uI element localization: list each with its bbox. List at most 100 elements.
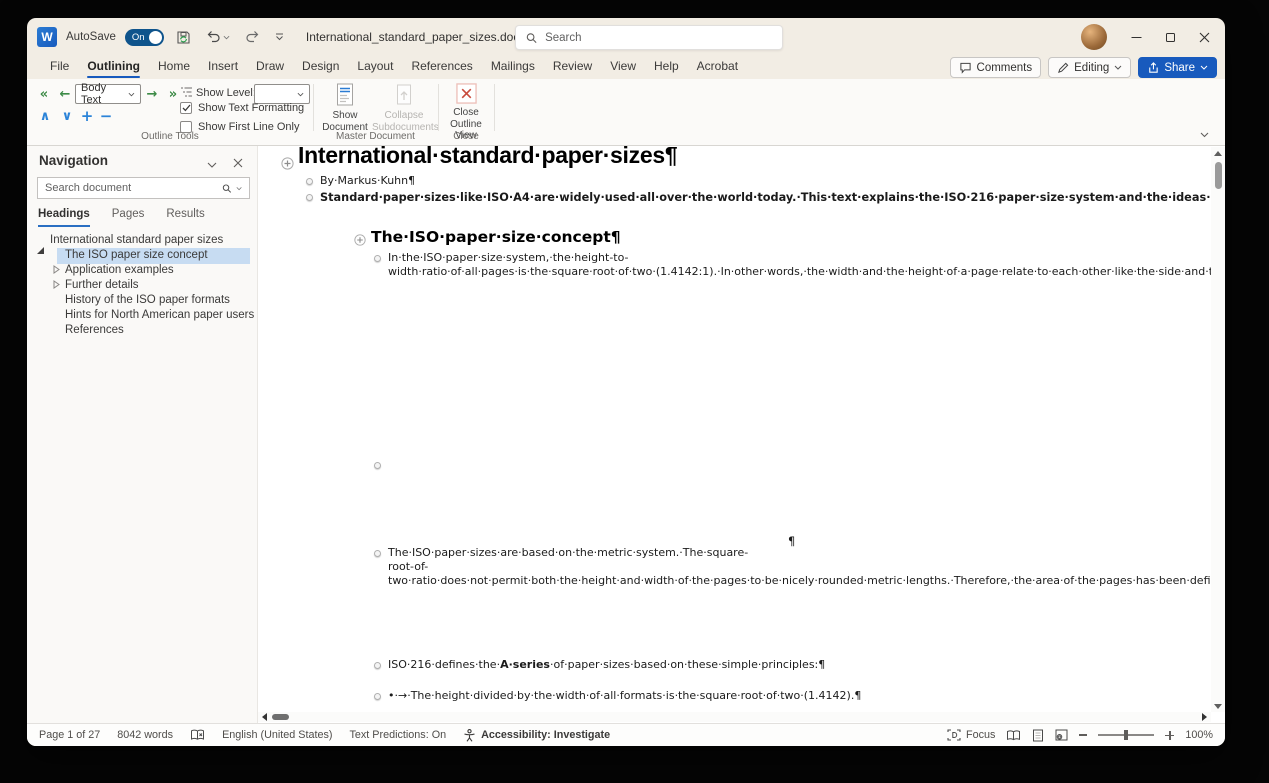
tab-view[interactable]: View	[601, 56, 645, 79]
demote-button[interactable]: →	[143, 85, 161, 103]
show-text-formatting-checkbox[interactable]: Show Text Formatting	[180, 102, 304, 114]
show-level-dropdown[interactable]	[254, 84, 310, 104]
document-paragraph[interactable]: •·→·The·height·divided·by·the·width·of·a…	[388, 689, 730, 703]
nav-heading-item[interactable]: History of the ISO paper formats	[65, 294, 230, 306]
horizontal-scrollbar-thumb[interactable]	[272, 714, 289, 720]
document-paragraph[interactable]: Standard·paper·sizes·like·ISO·A4·are·wid…	[320, 190, 712, 205]
comments-button[interactable]: Comments	[950, 57, 1042, 78]
outline-bullet-icon[interactable]	[374, 662, 381, 669]
quick-access-toolbar-button[interactable]	[272, 25, 287, 49]
zoom-in-button[interactable]	[1165, 731, 1174, 740]
accessibility-status[interactable]: Accessibility: Investigate	[463, 729, 610, 742]
share-button[interactable]: Share	[1138, 57, 1217, 78]
heading-expander-collapsed[interactable]	[53, 280, 60, 289]
tab-home[interactable]: Home	[149, 56, 199, 79]
document-canvas[interactable]: International·standard·paper·sizes¶ By·M…	[258, 146, 1225, 723]
zoom-out-button[interactable]	[1079, 734, 1087, 736]
document-title[interactable]: International_standard_paper_sizes.docx	[306, 30, 525, 44]
scroll-right-arrow[interactable]	[1202, 713, 1207, 721]
tab-review[interactable]: Review	[544, 56, 601, 79]
redo-button[interactable]	[242, 25, 263, 49]
word-count[interactable]: 8042 words	[117, 729, 173, 741]
collapse-button[interactable]: −	[98, 108, 114, 124]
tab-mailings[interactable]: Mailings	[482, 56, 544, 79]
move-up-button[interactable]: ∧	[37, 108, 53, 124]
tab-help[interactable]: Help	[645, 56, 688, 79]
nav-heading-item[interactable]: Application examples	[65, 264, 174, 276]
body-text[interactable]: ·of·paper·sizes·based·on·these·simple·pr…	[550, 658, 825, 671]
scroll-up-arrow[interactable]	[1214, 151, 1222, 156]
body-text[interactable]: •·→·The·height·divided·by·the·width·of·a…	[388, 689, 861, 702]
nav-search-box[interactable]	[37, 177, 250, 199]
nav-tab-pages[interactable]: Pages	[112, 208, 145, 227]
body-text[interactable]: In·the·ISO·paper·size·system,·the·height…	[388, 251, 1225, 278]
language-indicator[interactable]: English (United States)	[222, 729, 332, 741]
outline-bullet-icon[interactable]	[374, 693, 381, 700]
outline-bullet-icon[interactable]	[306, 178, 313, 185]
save-button[interactable]	[173, 25, 194, 49]
outline-bullet-icon[interactable]	[306, 194, 313, 201]
tab-acrobat[interactable]: Acrobat	[688, 56, 747, 79]
nav-tab-results[interactable]: Results	[166, 208, 204, 227]
word-logo-icon[interactable]: W	[37, 27, 57, 47]
heading-expander-expanded[interactable]	[37, 235, 44, 247]
body-text[interactable]: By·Markus·Kuhn¶	[320, 174, 415, 187]
nav-tab-headings[interactable]: Headings	[38, 208, 90, 227]
restore-button[interactable]	[1153, 18, 1187, 56]
nav-heading-item[interactable]: Hints for North American paper users	[65, 309, 254, 321]
body-text[interactable]: ISO·216·defines·the·	[388, 658, 500, 671]
scroll-down-arrow[interactable]	[1214, 704, 1222, 709]
close-button[interactable]	[1187, 18, 1221, 56]
tab-layout[interactable]: Layout	[348, 56, 402, 79]
body-text-bold[interactable]: Standard·paper·sizes·like·ISO·A4·are·wid…	[320, 191, 1225, 204]
nav-heading-item[interactable]: References	[65, 324, 124, 336]
outline-level-dropdown[interactable]: Body Text	[75, 84, 141, 104]
focus-mode-button[interactable]: Focus	[947, 729, 995, 741]
scroll-left-arrow[interactable]	[262, 713, 267, 721]
vertical-scrollbar-thumb[interactable]	[1215, 162, 1222, 189]
outline-plus-icon[interactable]	[354, 234, 366, 246]
page-indicator[interactable]: Page 1 of 27	[39, 729, 100, 741]
document-paragraph[interactable]: International·standard·paper·sizes¶	[298, 148, 677, 162]
search-bar[interactable]	[515, 25, 783, 50]
account-avatar[interactable]	[1081, 24, 1107, 50]
read-mode-button[interactable]	[1006, 730, 1021, 741]
vertical-scrollbar[interactable]	[1211, 147, 1225, 712]
search-input[interactable]	[545, 32, 772, 44]
zoom-level[interactable]: 100%	[1185, 729, 1213, 741]
navigation-options-button[interactable]	[207, 155, 217, 173]
tab-outlining[interactable]: Outlining	[78, 56, 149, 79]
navigation-close-button[interactable]	[233, 155, 243, 173]
proofing-status-button[interactable]	[190, 729, 205, 741]
document-paragraph[interactable]: By·Markus·Kuhn¶	[320, 174, 415, 188]
print-layout-button[interactable]	[1032, 729, 1044, 742]
text-predictions-indicator[interactable]: Text Predictions: On	[349, 729, 446, 741]
body-text-bold-run[interactable]: A·series	[500, 658, 550, 671]
nav-heading-item[interactable]: Further details	[65, 279, 139, 291]
web-layout-button[interactable]	[1055, 729, 1068, 741]
heading2-text[interactable]: The·ISO·paper·size·concept¶	[371, 228, 621, 246]
autosave-toggle[interactable]: On	[125, 29, 164, 46]
outline-bullet-icon[interactable]	[374, 255, 381, 262]
document-paragraph[interactable]: In·the·ISO·paper·size·system,·the·height…	[388, 251, 730, 280]
outline-bullet-icon[interactable]	[374, 550, 381, 557]
collapse-ribbon-button[interactable]	[1200, 125, 1209, 143]
outline-bullet-icon[interactable]	[374, 462, 381, 469]
move-down-button[interactable]: ∨	[59, 108, 75, 124]
document-paragraph[interactable]: The·ISO·paper·sizes·are·based·on·the·met…	[388, 546, 730, 587]
tab-design[interactable]: Design	[293, 56, 348, 79]
minimize-button[interactable]	[1119, 18, 1153, 56]
heading1-text[interactable]: International·standard·paper·sizes¶	[298, 142, 677, 168]
show-document-button[interactable]: Show Document	[319, 82, 371, 133]
undo-button[interactable]	[203, 25, 233, 49]
tab-file[interactable]: File	[41, 56, 78, 79]
heading-expander-collapsed[interactable]	[53, 265, 60, 274]
nav-search-input[interactable]	[45, 182, 218, 194]
document-paragraph[interactable]: The·ISO·paper·size·concept¶	[371, 230, 621, 244]
zoom-slider[interactable]	[1098, 734, 1154, 736]
promote-to-heading1-button[interactable]: «	[35, 85, 53, 103]
expand-button[interactable]: +	[79, 108, 95, 124]
body-text[interactable]: The·ISO·paper·sizes·are·based·on·the·met…	[388, 546, 1225, 587]
tab-draw[interactable]: Draw	[247, 56, 293, 79]
tab-insert[interactable]: Insert	[199, 56, 247, 79]
